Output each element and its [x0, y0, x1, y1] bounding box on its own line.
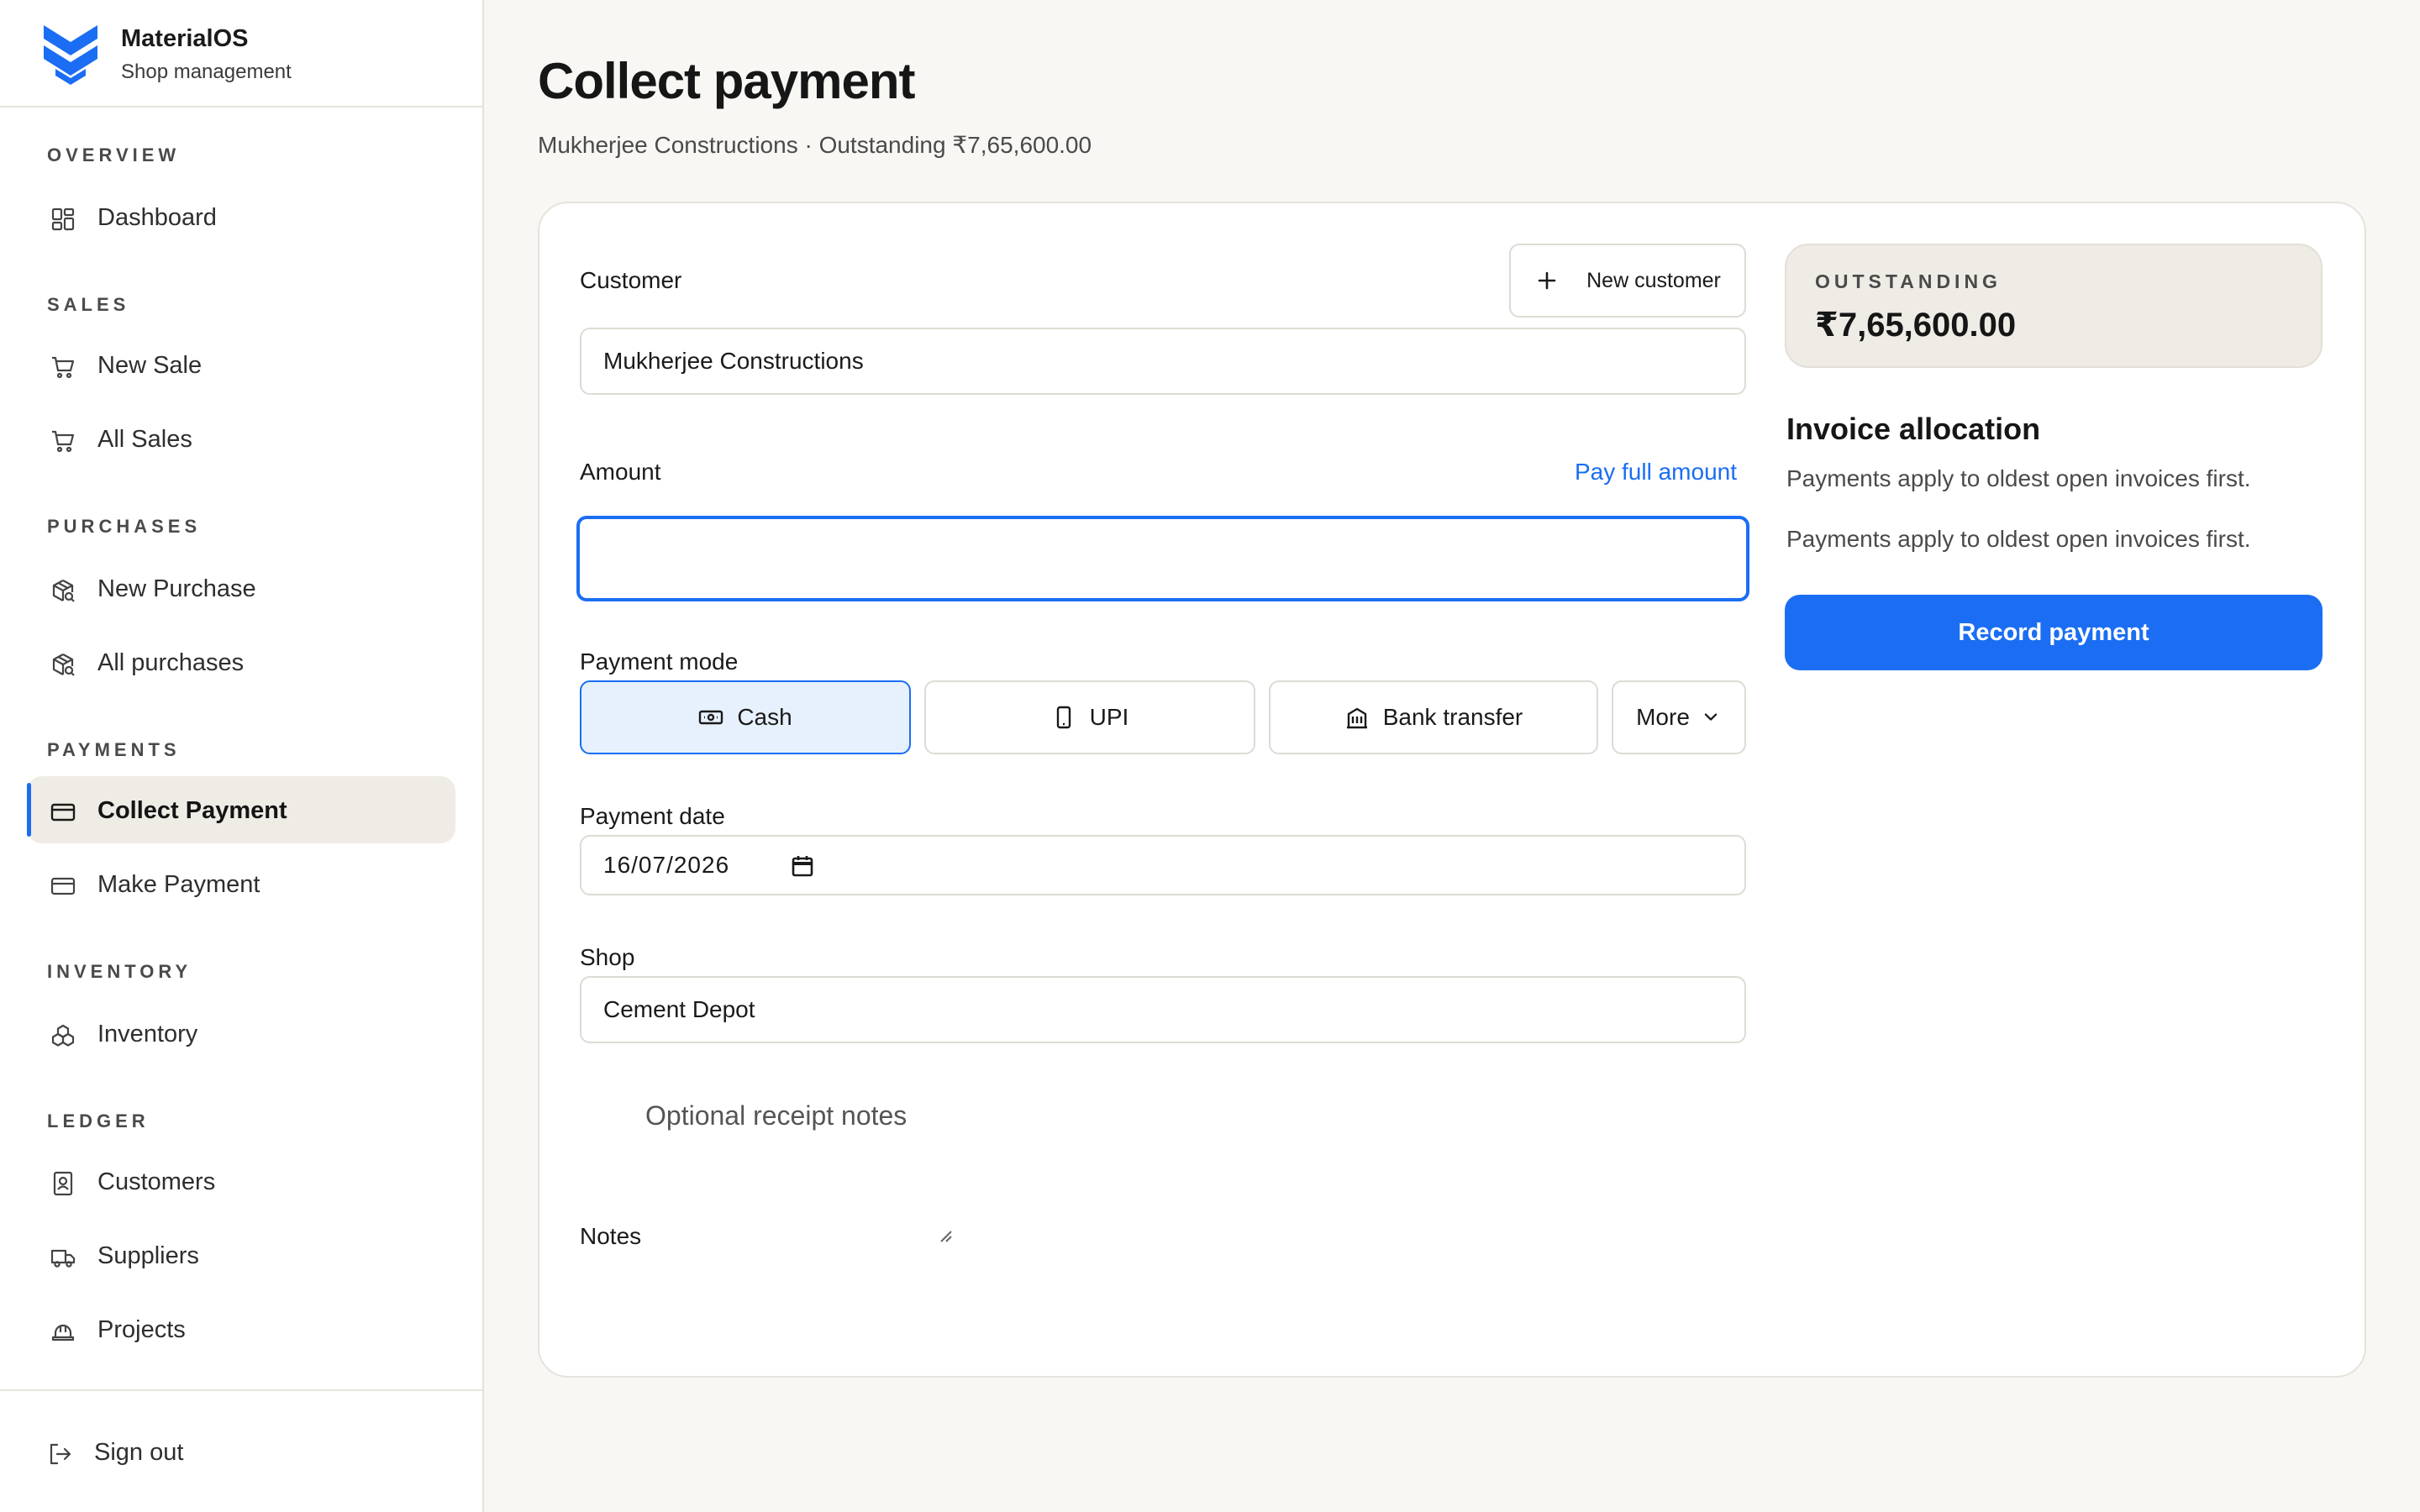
calendar-icon[interactable] [790, 853, 815, 879]
plus-icon [1538, 271, 1556, 290]
page-subtitle: Mukherjee Constructions · Outstanding ₹7… [538, 132, 1092, 158]
customer-value: Mukherjee Constructions [603, 348, 864, 374]
payment-mode-label: Payment mode [580, 648, 739, 675]
brand-name: MaterialOS [121, 25, 249, 52]
sidebar-item-label: Suppliers [97, 1242, 199, 1269]
boxes-icon [51, 1024, 75, 1047]
outstanding-label: OUTSTANDING [1815, 270, 2002, 292]
sign-out-label: Sign out [94, 1439, 184, 1466]
payment-mode-upi[interactable]: UPI [924, 680, 1255, 754]
cart-icon [52, 430, 75, 453]
payment-mode-more-dropdown[interactable]: More [1612, 680, 1746, 754]
brand-subtitle: Shop management [121, 60, 292, 83]
sidebar-item-customers[interactable]: Customers [27, 1147, 455, 1215]
smartphone-icon [1056, 706, 1071, 729]
sidebar-item-label: Inventory [97, 1021, 198, 1047]
resize-handle-icon[interactable] [938, 1228, 955, 1245]
customer-label: Customer [580, 267, 682, 293]
cart-icon [52, 356, 75, 379]
sidebar-item-label: Collect Payment [97, 797, 287, 824]
sidebar-footer: Sign out [0, 1389, 482, 1512]
amount-label: Amount [580, 459, 661, 485]
sign-out-icon [50, 1443, 71, 1465]
sidebar-item-dashboard[interactable]: Dashboard [27, 183, 455, 250]
outstanding-summary: OUTSTANDING ₹7,65,600.00 [1785, 244, 2323, 368]
brand-header: MaterialOS Shop management [0, 0, 482, 108]
package-search-icon [52, 654, 75, 676]
sidebar-item-label: Make Payment [97, 871, 260, 898]
shop-label: Shop [580, 944, 635, 970]
new-customer-button[interactable]: New customer [1509, 244, 1746, 318]
sidebar-item-label: New Sale [97, 352, 203, 379]
notes-label: Notes [580, 1223, 642, 1249]
payment-date-value: 16/07/2026 [603, 852, 730, 878]
nav-section-purchases: PURCHASES [47, 516, 202, 537]
package-search-icon [52, 580, 75, 602]
payment-date-label: Payment date [580, 803, 725, 829]
sidebar-item-collect-payment[interactable]: Collect Payment [27, 776, 455, 843]
sidebar-item-make-payment[interactable]: Make Payment [27, 850, 455, 917]
materialos-logo-icon [44, 25, 97, 85]
sidebar-item-all-sales[interactable]: All Sales [27, 405, 455, 472]
banknote-icon [699, 710, 723, 725]
payment-mode-upi-label: UPI [1089, 704, 1129, 730]
sidebar-item-label: All Sales [97, 426, 192, 453]
sidebar-item-new-sale[interactable]: New Sale [27, 331, 455, 398]
sidebar-item-label: New Purchase [97, 575, 256, 602]
sidebar: MaterialOS Shop management OVERVIEW Dash… [0, 0, 484, 1512]
customer-field[interactable]: Mukherjee Constructions [580, 328, 1746, 395]
new-customer-label: New customer [1586, 268, 1721, 292]
shop-select[interactable]: Cement Depot [580, 976, 1746, 1043]
sidebar-item-label: Dashboard [97, 204, 217, 231]
payment-mode-more-label: More [1636, 704, 1690, 730]
truck-icon [50, 1249, 76, 1268]
payment-mode-cash-label: Cash [737, 704, 792, 730]
pay-full-amount-link[interactable]: Pay full amount [1575, 459, 1737, 486]
invoice-allocation-text: Payments apply to oldest open invoices f… [1786, 526, 2251, 552]
sidebar-item-suppliers[interactable]: Suppliers [27, 1221, 455, 1289]
payment-mode-bank-transfer[interactable]: Bank transfer [1269, 680, 1598, 754]
amount-input[interactable] [576, 516, 1749, 601]
sidebar-item-projects[interactable]: Projects [27, 1295, 455, 1362]
payment-mode-bank-label: Bank transfer [1382, 704, 1523, 730]
outstanding-value: ₹7,65,600.00 [1815, 307, 2017, 344]
payment-date-input[interactable]: 16/07/2026 [580, 835, 1746, 895]
credit-card-icon [50, 877, 76, 895]
payment-mode-cash[interactable]: Cash [580, 680, 911, 754]
record-payment-button[interactable]: Record payment [1785, 595, 2323, 670]
sidebar-item-label: Customers [97, 1168, 216, 1195]
nav-section-sales: SALES [47, 294, 130, 315]
hard-hat-icon [51, 1324, 75, 1341]
sidebar-item-label: All purchases [97, 649, 245, 676]
sidebar-item-all-purchases[interactable]: All purchases [27, 628, 455, 696]
nav-section-inventory: INVENTORY [47, 961, 192, 982]
sidebar-item-new-purchase[interactable]: New Purchase [27, 554, 455, 622]
nav-section-overview: OVERVIEW [47, 144, 181, 165]
credit-card-icon [50, 803, 76, 822]
dashboard-icon [51, 207, 75, 231]
sign-out-button[interactable]: Sign out [24, 1418, 452, 1485]
invoice-allocation-title: Invoice allocation [1786, 412, 2041, 446]
nav-section-ledger: LEDGER [47, 1110, 150, 1131]
sidebar-item-inventory[interactable]: Inventory [27, 1000, 455, 1067]
building-icon [1346, 707, 1367, 729]
page-title: Collect payment [538, 53, 915, 109]
nav-section-payments: PAYMENTS [47, 739, 181, 760]
chevron-down-icon [1704, 713, 1718, 721]
sidebar-item-label: Projects [97, 1316, 186, 1343]
invoice-allocation-text: Payments apply to oldest open invoices f… [1786, 465, 2251, 491]
notes-textarea[interactable]: Optional receipt notes [645, 1100, 907, 1131]
shop-value: Cement Depot [603, 996, 755, 1022]
contact-book-icon [53, 1171, 73, 1196]
